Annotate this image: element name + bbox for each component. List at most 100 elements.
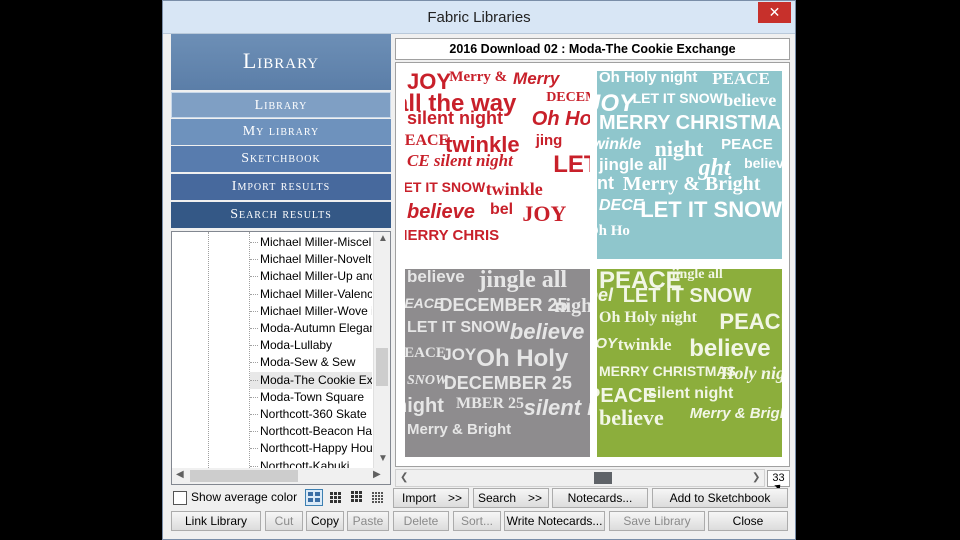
swatch-text: bel xyxy=(490,201,514,218)
swatch-text: Holy night xyxy=(720,363,783,383)
view-tiny-grid-icon[interactable] xyxy=(369,489,387,506)
swatch-text: LET IT SNOW xyxy=(622,285,752,307)
swatch-text: DECE xyxy=(599,197,644,214)
window-title: Fabric Libraries xyxy=(427,9,531,26)
fabric-swatch[interactable]: PEACE jingle all bel LET IT SNOW Oh Holy nig… xyxy=(597,269,782,457)
swatch-text: JOY xyxy=(597,335,618,352)
swatch-text: Oh Holy night xyxy=(599,309,697,326)
delete-button[interactable]: Delete xyxy=(393,511,449,531)
tree-item[interactable]: Moda-The Cookie Exchange xyxy=(250,371,372,389)
swatch-text: believe xyxy=(689,335,771,362)
swatch-text: Oh Holy xyxy=(476,345,569,372)
nav-search-results[interactable]: Search results xyxy=(171,202,391,228)
tree-item[interactable]: Michael Miller-Valencia xyxy=(250,286,372,303)
title-bar: Fabric Libraries ✕ xyxy=(163,1,795,34)
library-tree[interactable]: Michael Miller-Miscella Michael Miller-No… xyxy=(171,231,391,485)
nav-library[interactable]: Library xyxy=(171,92,391,118)
swatch-text: Oh Holy night xyxy=(599,71,698,86)
tree-scroll-thumb[interactable] xyxy=(376,348,388,386)
swatch-text: Merry & Bright xyxy=(689,405,782,422)
nav-my-library[interactable]: My library xyxy=(171,119,391,145)
swatch-text: MBER 25 xyxy=(456,395,524,412)
swatch-text: LET IT SNOW xyxy=(632,90,723,106)
tree-item[interactable]: Michael Miller-Up and xyxy=(250,268,372,285)
cut-button[interactable]: Cut xyxy=(265,511,303,531)
swatch-text: silent night xyxy=(407,108,503,128)
fabric-swatch[interactable]: Oh Holy nightPEACEJOYLET IT SNOWbelieveM… xyxy=(597,71,782,259)
swatch-text: twinkle xyxy=(617,335,672,354)
swatch-text: PEACE xyxy=(721,136,773,153)
swatch-text: PEACE xyxy=(712,71,770,88)
swatch-text: PEACE xyxy=(405,132,450,149)
tree-item[interactable]: Northcott-360 Skate xyxy=(250,406,372,423)
swatch-text: believe xyxy=(407,201,475,223)
swatch-text: silent night xyxy=(523,395,590,420)
paste-button[interactable]: Paste xyxy=(347,511,389,531)
swatch-text: MERRY CHRIS xyxy=(405,227,500,244)
nav-sketchbook[interactable]: Sketchbook xyxy=(171,146,391,172)
preview-scroll-right-icon[interactable]: ❯ xyxy=(752,472,760,483)
tree-item[interactable]: Moda-Town Square xyxy=(250,389,372,406)
preview-scrollbar[interactable]: ❮ ❯ xyxy=(395,469,765,487)
fabric-swatch[interactable]: JOYMerry &Merryall the wayDECEMBER 25sil… xyxy=(405,71,590,259)
swatch-text: Merry & xyxy=(449,71,508,85)
link-library-button[interactable]: Link Library xyxy=(171,511,261,531)
swatch-text: DECEMBER 25 xyxy=(546,90,590,105)
tree-item[interactable]: Michael Miller-Miscella xyxy=(250,234,372,251)
view-large-grid-icon[interactable] xyxy=(305,489,323,506)
close-window-button[interactable]: ✕ xyxy=(758,2,791,23)
swatch-text: DECEMBER 25 xyxy=(443,373,572,393)
tree-item[interactable]: Michael Miller-Novelties xyxy=(250,251,372,268)
swatch-text: believe xyxy=(723,90,777,110)
scroll-left-icon[interactable]: ◀ xyxy=(176,469,184,480)
scroll-right-icon[interactable]: ▶ xyxy=(373,469,381,480)
notecards-button[interactable]: Notecards... xyxy=(552,488,648,508)
scroll-down-icon[interactable]: ▼ xyxy=(378,453,388,464)
preview-scroll-left-icon[interactable]: ❮ xyxy=(400,472,408,483)
fabric-preview-grid[interactable]: JOYMerry &Merryall the wayDECEMBER 25sil… xyxy=(395,62,790,467)
save-library-button[interactable]: Save Library xyxy=(609,511,705,531)
swatch-text: night xyxy=(405,395,444,417)
copy-button[interactable]: Copy xyxy=(306,511,344,531)
swatch-text: Merry xyxy=(513,71,560,88)
swatch-text: jingle all xyxy=(671,269,723,282)
import-button[interactable]: Import >> xyxy=(393,488,469,508)
swatch-text: JOY xyxy=(522,201,567,226)
swatch-text: Oh Ho xyxy=(597,223,630,239)
tree-horizontal-scrollbar[interactable]: ◀ ▶ xyxy=(172,468,390,484)
tree-item[interactable]: Northcott-Beacon Hall xyxy=(250,423,372,440)
tree-hscroll-thumb[interactable] xyxy=(190,470,298,482)
swatch-text: silent night xyxy=(648,385,734,402)
swatch-text: Merry & Bright xyxy=(622,173,761,195)
swatch-text: jingle all xyxy=(478,269,568,293)
sort-button[interactable]: Sort... xyxy=(453,511,501,531)
swatch-text: PEACE xyxy=(405,345,446,361)
tree-item[interactable]: Moda-Sew & Sew xyxy=(250,354,372,371)
scroll-up-icon[interactable]: ▲ xyxy=(378,233,388,244)
library-header: Library xyxy=(171,34,391,90)
show-average-color-checkbox[interactable] xyxy=(173,491,187,505)
view-small-grid-icon[interactable] xyxy=(349,489,367,506)
swatch-text: believe xyxy=(509,319,585,344)
nav-import-results[interactable]: Import results xyxy=(171,174,391,200)
swatch-text: believe xyxy=(599,405,664,430)
swatch-text: bel xyxy=(597,285,614,305)
tree-item[interactable]: Northcott-Happy Hour xyxy=(250,440,372,457)
add-to-sketchbook-button[interactable]: Add to Sketchbook xyxy=(652,488,788,508)
swatch-text: twinkle xyxy=(597,136,642,153)
swatch-text: LET IT SNOW xyxy=(640,197,782,222)
view-medium-grid-icon[interactable] xyxy=(327,489,345,506)
tree-item[interactable]: Moda-Lullaby xyxy=(250,337,372,354)
swatch-text: MERRY CHRISTMAS xyxy=(599,363,736,379)
preview-scroll-thumb[interactable] xyxy=(594,472,612,484)
swatch-text: believe xyxy=(407,269,465,286)
search-button[interactable]: Search >> xyxy=(473,488,549,508)
close-button[interactable]: Close xyxy=(708,511,788,531)
write-notecards-button[interactable]: Write Notecards... xyxy=(504,511,605,531)
swatch-text: believe xyxy=(744,155,782,171)
tree-item[interactable]: Michael Miller-Wove it xyxy=(250,303,372,320)
fabric-swatch[interactable]: believejingle allPEACEDECEMBER 25nightLE… xyxy=(405,269,590,457)
preview-title: 2016 Download 02 : Moda-The Cookie Excha… xyxy=(395,38,790,60)
tree-vertical-scrollbar[interactable]: ▲ ▼ xyxy=(373,232,390,468)
tree-item[interactable]: Moda-Autumn Elegance xyxy=(250,320,372,337)
